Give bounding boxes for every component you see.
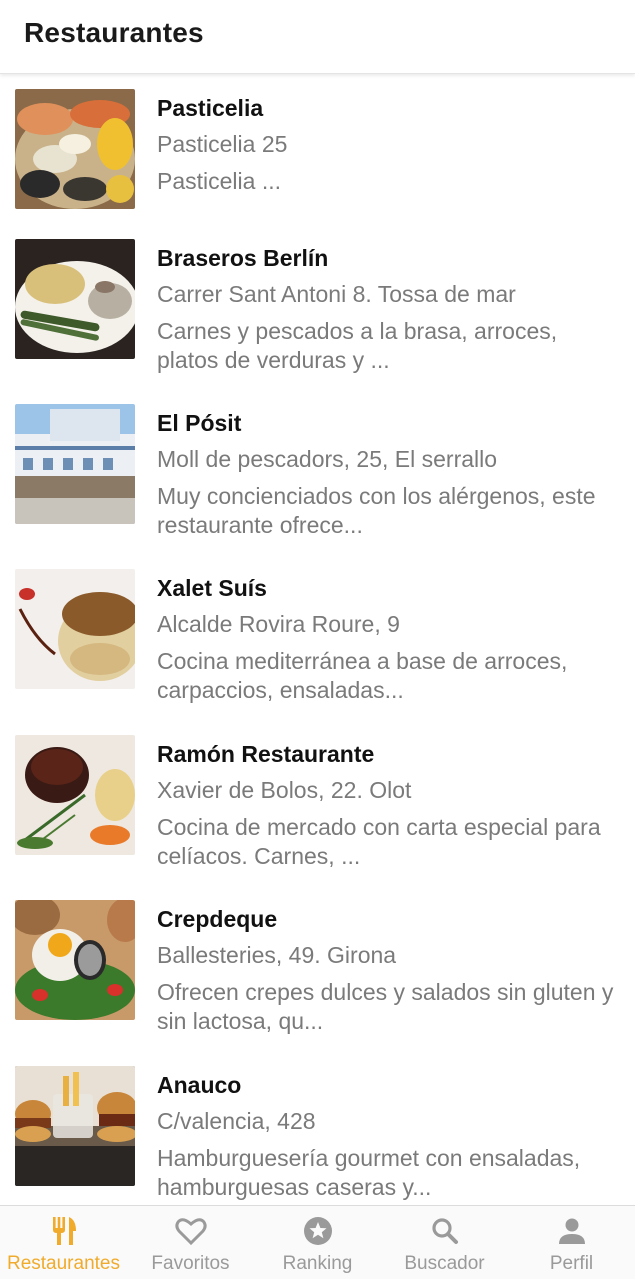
tab-label: Restaurantes <box>6 1253 120 1274</box>
restaurant-address: C/valencia, 428 <box>157 1108 316 1134</box>
restaurant-photo <box>15 900 135 1020</box>
tab-perfil[interactable]: Perfil <box>508 1206 635 1279</box>
tab-label: Perfil <box>549 1253 594 1274</box>
restaurant-item[interactable]: Pasticelia Pasticelia 25 Pasticelia ... <box>0 75 635 241</box>
page-title: Restaurantes <box>24 17 204 48</box>
tab-label: Favoritos <box>151 1253 230 1274</box>
restaurant-address: Carrer Sant Antoni 8. Tossa de mar <box>157 281 516 307</box>
tab-ranking[interactable]: Ranking <box>254 1206 381 1279</box>
restaurant-address: Pasticelia 25 <box>157 131 288 157</box>
tab-restaurantes[interactable]: Restaurantes <box>0 1206 127 1279</box>
restaurant-address: Alcalde Rovira Roure, 9 <box>157 611 400 637</box>
restaurant-description: Pasticelia ... <box>157 168 281 194</box>
restaurant-name: Anauco <box>157 1072 242 1098</box>
restaurant-description: Cocina mediterránea a base de arroces, c… <box>157 648 568 703</box>
restaurant-name: Ramón Restaurante <box>157 741 375 767</box>
restaurant-description: Muy concienciados con los alérgenos, est… <box>157 483 596 538</box>
restaurant-list[interactable]: Pasticelia Pasticelia 25 Pasticelia ... … <box>0 75 635 1205</box>
restaurant-item[interactable]: Braseros Berlín Carrer Sant Antoni 8. To… <box>0 225 635 391</box>
restaurant-description: Cocina de mercado con carta especial par… <box>157 814 601 869</box>
restaurant-description: Ofrecen crepes dulces y salados sin glut… <box>157 979 614 1034</box>
restaurant-item[interactable]: El Pósit Moll de pescadors, 25, El serra… <box>0 390 635 556</box>
restaurant-item[interactable]: Ramón Restaurante Xavier de Bolos, 22. O… <box>0 721 635 887</box>
fork-knife-icon <box>52 1217 76 1245</box>
restaurant-address: Xavier de Bolos, 22. Olot <box>157 777 412 803</box>
restaurant-photo <box>15 569 135 689</box>
restaurant-item[interactable]: Xalet Suís Alcalde Rovira Roure, 9 Cocin… <box>0 555 635 721</box>
restaurant-photo <box>15 1066 135 1186</box>
restaurant-description: Hamburguesería gourmet con ensaladas, ha… <box>157 1145 581 1200</box>
search-icon <box>431 1218 458 1244</box>
tab-label: Ranking <box>282 1253 353 1274</box>
star-icon <box>303 1217 332 1245</box>
app-bar: Restaurantes <box>0 0 635 74</box>
bottom-navigation: Restaurantes Favoritos Ranking Buscador … <box>0 1205 635 1279</box>
restaurant-photo <box>15 735 135 855</box>
restaurant-name: Pasticelia <box>157 95 264 121</box>
restaurant-address: Ballesteries, 49. Girona <box>157 942 397 968</box>
restaurant-name: Crepdeque <box>157 906 278 932</box>
restaurant-name: Braseros Berlín <box>157 245 329 271</box>
tab-label: Buscador <box>404 1253 485 1274</box>
restaurant-description: Carnes y pescados a la brasa, arroces, p… <box>157 318 558 373</box>
tab-favoritos[interactable]: Favoritos <box>127 1206 254 1279</box>
heart-icon <box>174 1218 207 1246</box>
restaurant-name: Xalet Suís <box>157 575 267 601</box>
person-icon <box>558 1218 585 1244</box>
restaurant-address: Moll de pescadors, 25, El serrallo <box>157 446 498 472</box>
restaurant-item[interactable]: Anauco C/valencia, 428 Hamburguesería go… <box>0 1052 635 1205</box>
restaurant-photo <box>15 404 135 524</box>
restaurant-photo <box>15 89 135 209</box>
restaurant-name: El Pósit <box>157 410 242 436</box>
restaurant-photo <box>15 239 135 359</box>
tab-buscador[interactable]: Buscador <box>381 1206 508 1279</box>
restaurant-item[interactable]: Crepdeque Ballesteries, 49. Girona Ofrec… <box>0 886 635 1052</box>
